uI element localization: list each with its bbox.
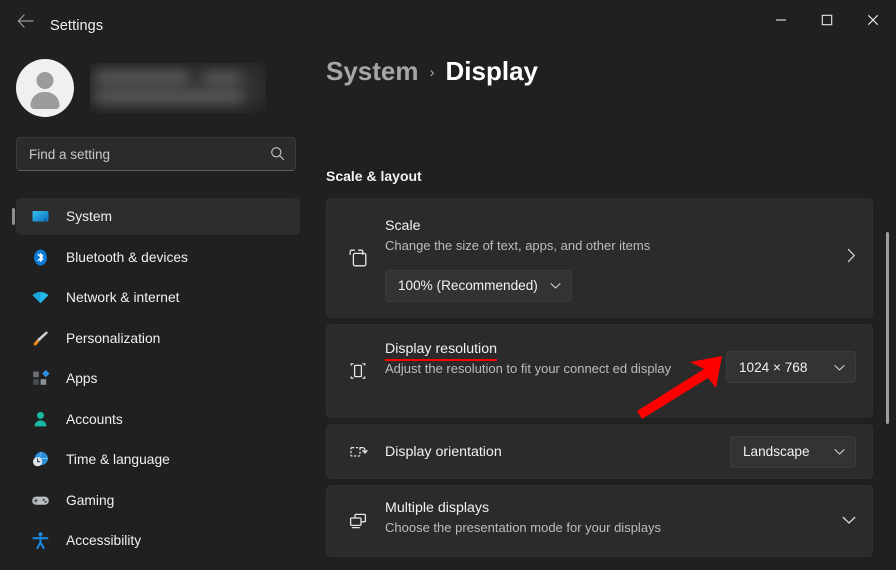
settings-cards: Scale Change the size of text, apps, and…: [326, 198, 873, 563]
card-display-orientation[interactable]: Display orientation Landscape: [326, 424, 873, 479]
section-title: Scale & layout: [326, 168, 422, 184]
sidebar-item-label: Accessibility: [66, 533, 141, 548]
scale-dropdown[interactable]: 100% (Recommended): [385, 270, 572, 302]
settings-window: Settings: [0, 0, 896, 570]
card-multiple-subtitle: Choose the presentation mode for your di…: [385, 519, 799, 538]
main-content: System › Display Scale & layout Scale Ch…: [316, 40, 896, 570]
sidebar-item-accessibility[interactable]: Accessibility: [16, 522, 300, 559]
card-orientation-title: Display orientation: [385, 444, 502, 460]
card-multiple-displays[interactable]: Multiple displays Choose the presentatio…: [326, 485, 873, 557]
account-name-redacted: [90, 63, 266, 113]
gamepad-icon: [30, 490, 50, 510]
apps-grid-icon: [30, 369, 50, 389]
sidebar-item-label: Network & internet: [66, 290, 180, 305]
sidebar-item-accounts[interactable]: Accounts: [16, 401, 300, 438]
card-resolution-title: Display resolution: [385, 341, 497, 357]
avatar: [16, 59, 74, 117]
rotate-display-icon: [345, 439, 371, 465]
card-scale-title: Scale: [385, 218, 421, 234]
sidebar-item-label: Apps: [66, 371, 97, 386]
sidebar: Find a setting: [0, 40, 316, 570]
multiple-displays-icon: [345, 508, 371, 534]
globe-clock-icon: [30, 450, 50, 470]
minimize-button[interactable]: [758, 0, 804, 40]
resize-icon: [345, 245, 371, 271]
person-icon: [30, 409, 50, 429]
annotation-underline: [385, 359, 497, 362]
chevron-down-icon[interactable]: [842, 512, 856, 530]
window-controls: [758, 0, 896, 40]
scale-dropdown-value: 100% (Recommended): [398, 278, 538, 293]
avatar-body: [31, 92, 60, 109]
sidebar-item-gaming[interactable]: Gaming: [16, 482, 300, 519]
chevron-right-icon[interactable]: [847, 248, 856, 268]
sidebar-item-time-language[interactable]: Time & language: [16, 441, 300, 478]
card-multiple-title: Multiple displays: [385, 500, 489, 516]
avatar-head: [37, 72, 54, 89]
maximize-button[interactable]: [804, 0, 850, 40]
sidebar-item-label: Gaming: [66, 493, 114, 508]
card-resolution-subtitle: Adjust the resolution to fit your connec…: [385, 360, 709, 379]
sidebar-item-apps[interactable]: Apps: [16, 360, 300, 397]
sidebar-nav: System Bluetooth & devices: [16, 198, 300, 563]
monitor-icon: [30, 207, 50, 227]
sidebar-item-label: Bluetooth & devices: [66, 250, 188, 265]
breadcrumb-separator-icon: ›: [430, 64, 435, 81]
breadcrumb-parent[interactable]: System: [326, 56, 419, 87]
search-icon: [270, 146, 285, 166]
main-scrollbar[interactable]: [885, 40, 891, 570]
paintbrush-icon: [30, 328, 50, 348]
resolution-dropdown-value: 1024 × 768: [739, 360, 807, 375]
chevron-down-icon: [834, 360, 845, 375]
orientation-dropdown[interactable]: Landscape: [730, 436, 856, 468]
chevron-down-icon: [834, 444, 845, 459]
card-multiple-text: Multiple displays Choose the presentatio…: [385, 499, 815, 538]
back-button[interactable]: [8, 6, 42, 36]
card-scale-subtitle: Change the size of text, apps, and other…: [385, 237, 799, 256]
card-display-resolution[interactable]: Display resolution Adjust the resolution…: [326, 324, 873, 418]
bluetooth-icon: [30, 247, 50, 267]
scrollbar-thumb[interactable]: [886, 232, 889, 424]
orientation-dropdown-value: Landscape: [743, 444, 810, 459]
resolution-dropdown[interactable]: 1024 × 768: [726, 351, 856, 383]
sidebar-item-label: Personalization: [66, 331, 160, 346]
user-profile[interactable]: [16, 59, 266, 117]
card-orientation-text: Display orientation: [385, 443, 518, 461]
search-placeholder: Find a setting: [29, 147, 110, 162]
sidebar-item-label: Time & language: [66, 452, 170, 467]
sidebar-item-label: Accounts: [66, 412, 123, 427]
card-scale-text: Scale Change the size of text, apps, and…: [385, 217, 815, 302]
card-resolution-title-text: Display resolution: [385, 341, 497, 357]
card-scale[interactable]: Scale Change the size of text, apps, and…: [326, 198, 873, 318]
accessibility-icon: [30, 531, 50, 551]
title-bar: Settings: [0, 0, 896, 40]
sidebar-item-bluetooth-devices[interactable]: Bluetooth & devices: [16, 239, 300, 276]
breadcrumb: System › Display: [326, 56, 538, 87]
card-resolution-text: Display resolution Adjust the resolution…: [385, 340, 725, 379]
display-resolution-icon: [345, 358, 371, 384]
search-input[interactable]: Find a setting: [16, 137, 296, 171]
wifi-icon: [30, 288, 50, 308]
sidebar-item-network-internet[interactable]: Network & internet: [16, 279, 300, 316]
app-title: Settings: [50, 18, 103, 34]
close-button[interactable]: [850, 0, 896, 40]
sidebar-item-label: System: [66, 209, 112, 224]
sidebar-item-personalization[interactable]: Personalization: [16, 320, 300, 357]
page-title: Display: [446, 56, 539, 87]
chevron-down-icon: [550, 278, 561, 293]
sidebar-item-system[interactable]: System: [16, 198, 300, 235]
